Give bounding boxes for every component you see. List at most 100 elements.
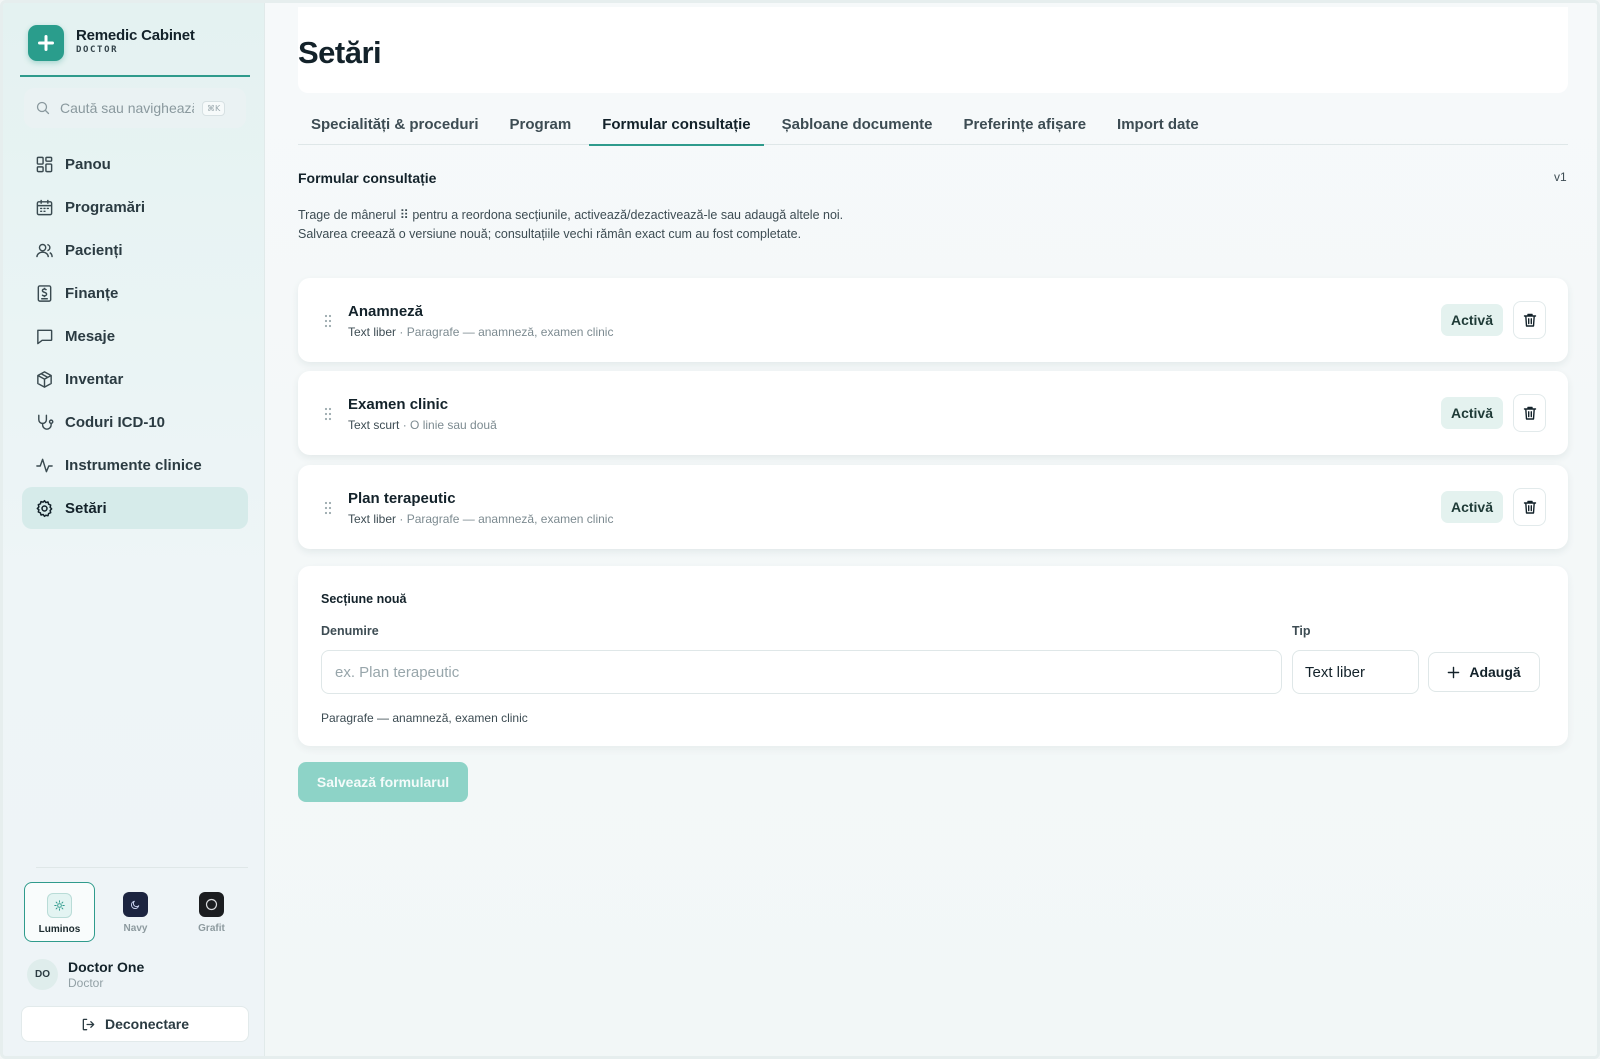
sidebar-item-setari[interactable]: Setări (22, 487, 248, 529)
app-window: Remedic Cabinet DOCTOR ⌘K Panou Programă… (0, 0, 1600, 1059)
avatar: DO (27, 959, 58, 990)
page-header (298, 7, 1568, 93)
search-box[interactable]: ⌘K (24, 88, 246, 128)
plus-icon (1448, 666, 1460, 678)
add-section-button[interactable]: Adaugă (1428, 652, 1540, 692)
sidebar-item-instrumente-clinice[interactable]: Instrumente clinice (22, 444, 248, 486)
section-name: Anamneză (348, 303, 424, 320)
calendar-icon (36, 199, 53, 215)
delete-section-button[interactable] (1513, 394, 1546, 432)
brand-name: Remedic Cabinet (76, 27, 195, 44)
drag-handle-icon[interactable] (324, 501, 332, 515)
sidebar-item-mesaje[interactable]: Mesaje (22, 315, 248, 357)
add-section-label: Adaugă (1469, 664, 1521, 680)
theme-switcher: Luminos Navy Grafit (24, 882, 250, 942)
settings-icon (36, 499, 53, 517)
plus-logo-icon (28, 25, 64, 61)
divider (36, 867, 248, 868)
sidebar-item-coduri-icd10[interactable]: Coduri ICD-10 (22, 401, 248, 443)
form-title: Formular consultație (298, 170, 437, 186)
section-type: Text scurt (348, 418, 400, 432)
sidebar-item-pacienti[interactable]: Pacienți (22, 229, 248, 271)
sidebar-item-inventar[interactable]: Inventar (22, 358, 248, 400)
sidebar-item-label: Panou (65, 155, 111, 173)
moon-icon (123, 892, 148, 917)
trash-icon (1523, 500, 1536, 514)
tab-formular-consultatie[interactable]: Formular consultație (589, 103, 764, 146)
sidebar-item-label: Inventar (65, 370, 124, 388)
tab-import-date[interactable]: Import date (1104, 103, 1212, 145)
delete-section-button[interactable] (1513, 301, 1546, 339)
sidebar-item-label: Mesaje (65, 327, 116, 345)
status-toggle[interactable]: Activă (1441, 397, 1503, 429)
search-icon (36, 101, 50, 115)
section-name-input[interactable] (321, 650, 1282, 694)
trash-icon (1523, 406, 1536, 420)
sidebar-item-label: Instrumente clinice (65, 456, 202, 474)
sidebar-nav: Panou Programări Pacienți Finanțe Mesaje… (22, 143, 248, 530)
sidebar-item-label: Finanțe (65, 284, 119, 302)
message-icon (37, 329, 53, 344)
section-name-label: Denumire (321, 624, 379, 638)
section-type-label: Tip (1292, 624, 1311, 638)
section-meta: Text liber · Paragrafe — anamneză, exame… (348, 512, 613, 526)
theme-name: Grafit (198, 923, 225, 934)
drag-handle-icon[interactable] (324, 407, 332, 421)
logout-button[interactable]: Deconectare (21, 1006, 249, 1042)
users-icon (36, 243, 53, 257)
sidebar-item-finante[interactable]: Finanțe (22, 272, 248, 314)
delete-section-button[interactable] (1513, 488, 1546, 526)
sidebar-item-label: Programări (65, 198, 146, 216)
logout-label: Deconectare (104, 1016, 190, 1032)
trash-icon (1523, 313, 1536, 327)
sun-icon (47, 893, 72, 918)
new-section-title: Secțiune nouă (321, 592, 407, 606)
dashboard-icon (36, 156, 53, 172)
settings-tabs: Specialități & proceduri Program Formula… (298, 103, 1568, 146)
sidebar-item-label: Pacienți (65, 241, 123, 259)
drag-handle-icon[interactable] (324, 314, 332, 328)
tab-specialitati-proceduri[interactable]: Specialități & proceduri (298, 103, 492, 145)
receipt-icon (37, 284, 52, 302)
main-content: Setări Specialități & proceduri Program … (265, 3, 1597, 1056)
sidebar-item-label: Setări (65, 499, 107, 517)
section-type-desc: · Paragrafe — anamneză, examen clinic (396, 512, 614, 526)
sidebar: Remedic Cabinet DOCTOR ⌘K Panou Programă… (3, 3, 265, 1056)
package-icon (37, 370, 52, 388)
new-section-card: Secțiune nouă Denumire Tip Text liber Ad… (298, 566, 1568, 746)
section-type: Text liber (348, 325, 397, 339)
section-type-desc: · Paragrafe — anamneză, examen clinic (396, 325, 614, 339)
drag-handle-icon: ⠿ (399, 208, 409, 222)
section-meta: Text scurt · O linie sau două (348, 418, 497, 432)
status-toggle[interactable]: Activă (1441, 491, 1503, 523)
section-type-select[interactable]: Text liber (1292, 650, 1419, 694)
search-input[interactable] (60, 100, 194, 116)
form-description: Trage de mânerul ⠿ pentru a reordona sec… (298, 206, 858, 243)
sidebar-item-panou[interactable]: Panou (22, 143, 248, 185)
save-form-button[interactable]: Salvează formularul (298, 762, 468, 802)
section-name: Plan terapeutic (348, 490, 456, 507)
stethoscope-icon (38, 414, 54, 430)
tab-sabloane-documente[interactable]: Șabloane documente (769, 103, 946, 145)
tab-program[interactable]: Program (497, 103, 585, 145)
page-title: Setări (298, 35, 382, 70)
brand[interactable]: Remedic Cabinet DOCTOR (20, 25, 250, 77)
section-meta: Text liber · Paragrafe — anamneză, exame… (348, 325, 613, 339)
form-section-card: Examen clinic Text scurt · O linie sau d… (298, 371, 1568, 455)
section-type: Text liber (348, 512, 397, 526)
user-profile[interactable]: DO Doctor One Doctor (27, 959, 144, 990)
theme-option-navy[interactable]: Navy (100, 882, 171, 942)
sidebar-item-label: Coduri ICD-10 (65, 413, 166, 431)
logout-icon (82, 1018, 95, 1030)
type-hint: Paragrafe — anamneză, examen clinic (321, 711, 528, 725)
form-section-card: Anamneză Text liber · Paragrafe — anamne… (298, 278, 1568, 362)
form-section-card: Plan terapeutic Text liber · Paragrafe —… (298, 465, 1568, 549)
tab-preferinte-afisare[interactable]: Preferințe afișare (950, 103, 1099, 145)
status-toggle[interactable]: Activă (1441, 304, 1503, 336)
sidebar-item-programari[interactable]: Programări (22, 186, 248, 228)
search-shortcut: ⌘K (202, 100, 226, 116)
theme-name: Navy (123, 923, 148, 934)
brand-role: DOCTOR (76, 45, 119, 55)
theme-option-luminos[interactable]: Luminos (24, 882, 95, 942)
theme-option-grafit[interactable]: Grafit (176, 882, 247, 942)
